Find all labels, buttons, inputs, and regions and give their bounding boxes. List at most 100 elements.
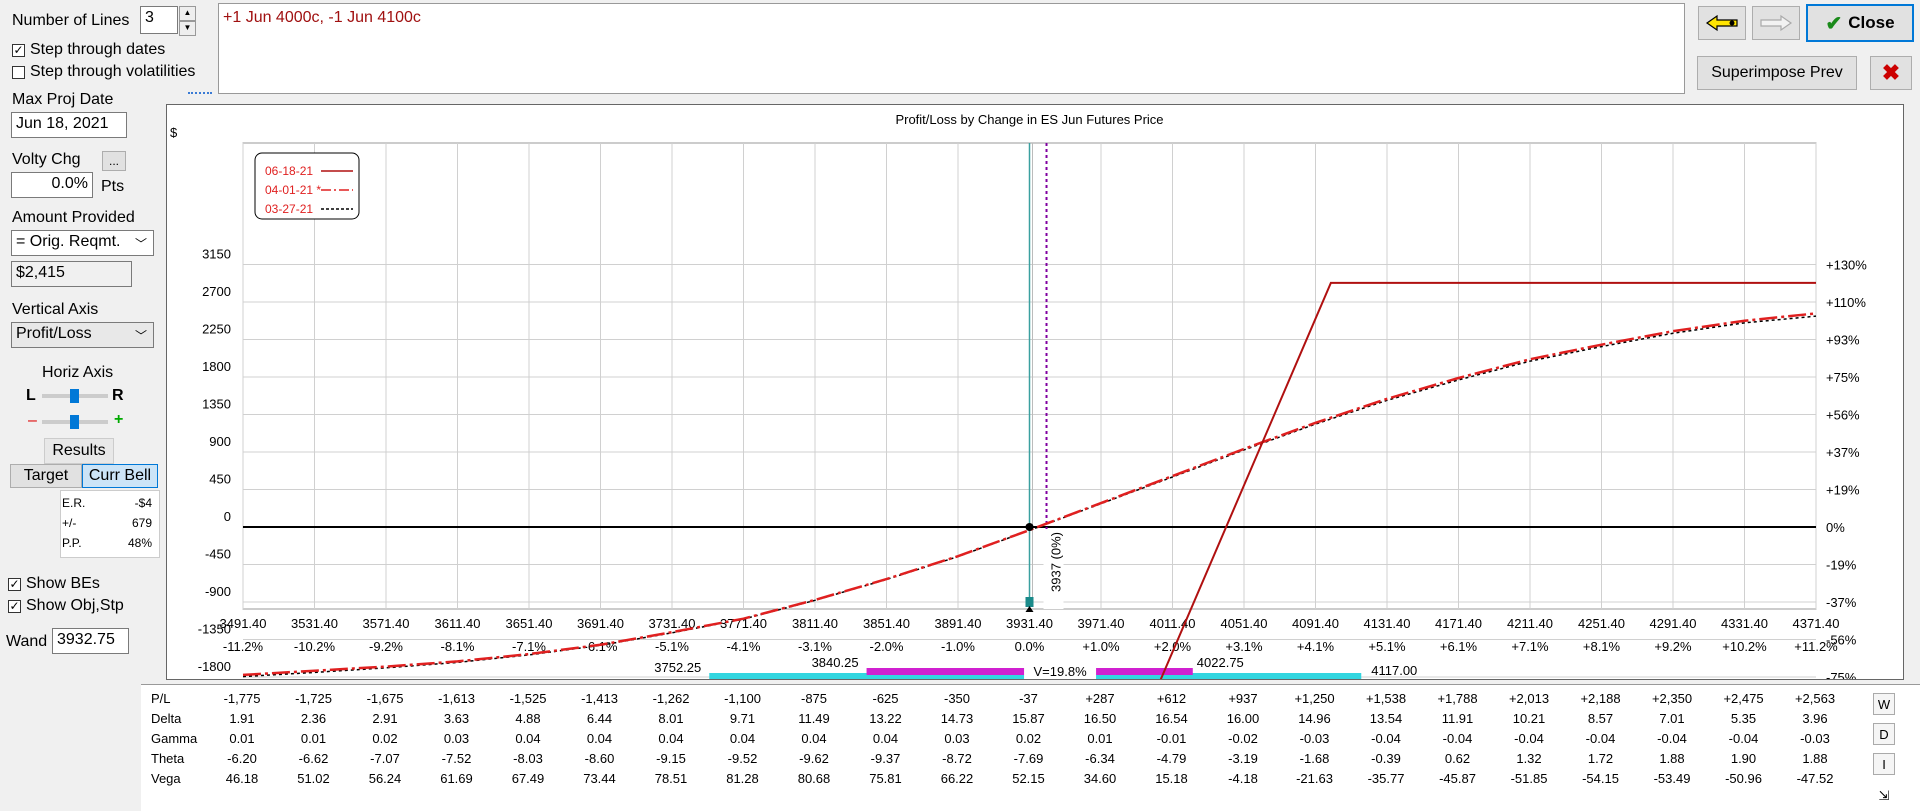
table-cell: 81.28 <box>726 771 759 786</box>
y-right-label: +130% <box>1826 258 1867 273</box>
y-right-label: +37% <box>1826 445 1860 460</box>
x-pct-label: -3.1% <box>798 639 832 654</box>
table-cell: 75.81 <box>869 771 902 786</box>
table-cell: +2,563 <box>1794 691 1836 706</box>
max-proj-label: Max Proj Date <box>12 91 114 108</box>
empty-checkbox-icon <box>12 65 25 79</box>
table-cell: -1,725 <box>295 691 332 706</box>
x-tick-label: 4131.40 <box>1364 616 1411 631</box>
table-cell: -0.04 <box>1728 731 1759 746</box>
wand-label: Wand <box>6 633 48 650</box>
table-side-button[interactable]: W <box>1873 693 1895 715</box>
chevron-down-icon: ﹀ <box>134 237 147 251</box>
max-proj-input[interactable]: Jun 18, 2021 <box>11 112 127 138</box>
volty-input[interactable]: 0.0% <box>11 172 93 198</box>
table-cell: 5.35 <box>1730 711 1757 726</box>
vaxis-select[interactable]: Profit/Loss ﹀ <box>11 322 154 348</box>
result-key: E.R. <box>62 496 86 510</box>
vaxis-select-value: Profit/Loss <box>16 325 92 342</box>
num-lines-spinner[interactable]: ▲ ▼ <box>179 6 196 36</box>
x-tick-label: 3691.40 <box>577 616 624 631</box>
x-pct-label: -6.1% <box>584 639 618 654</box>
x-tick-label: 3611.40 <box>434 616 480 631</box>
table-cell: 80.68 <box>797 771 831 786</box>
table-cell: 8.01 <box>658 711 684 726</box>
volty-more-button[interactable]: ... <box>102 151 126 171</box>
table-cell: -0.01 <box>1156 731 1187 746</box>
amount-label: Amount Provided <box>12 209 135 226</box>
zoom-slider[interactable] <box>42 415 108 429</box>
current-price-marker <box>1025 597 1034 607</box>
step-dates-checkbox[interactable]: ✓ Step through dates <box>12 41 165 59</box>
result-value: -$4 <box>134 496 152 510</box>
forward-button[interactable] <box>1752 6 1800 40</box>
step-vol-checkbox[interactable]: Step through volatilities <box>12 63 195 81</box>
show-bes-checkbox[interactable]: ✓ Show BEs <box>8 575 100 593</box>
haxis-label: Horiz Axis <box>42 364 114 381</box>
table-cell: 13.22 <box>869 711 902 726</box>
table-cell: 67.49 <box>511 771 545 786</box>
table-cell: -9.62 <box>799 751 829 766</box>
table-cell: -3.19 <box>1228 751 1258 766</box>
num-lines-input[interactable]: 3 <box>140 6 178 34</box>
y-tick-label: -1350 <box>198 622 231 637</box>
table-cell: 66.22 <box>940 771 974 786</box>
close-button-label: Close <box>1848 13 1895 32</box>
origin-dot <box>1025 523 1034 531</box>
table-cell: -7.52 <box>441 751 472 766</box>
table-side-button[interactable]: I <box>1873 753 1895 775</box>
x-tick-label: 3651.40 <box>506 616 553 631</box>
table-cell: +2,475 <box>1723 691 1764 706</box>
x-pct-label: +4.1% <box>1297 639 1335 654</box>
y-tick-label: -1800 <box>198 659 231 674</box>
x-tick-label: 4171.40 <box>1435 616 1482 631</box>
slider-thumb[interactable] <box>70 415 79 429</box>
table-cell: 2.36 <box>300 711 327 726</box>
x-tick-label: 4091.40 <box>1292 616 1339 631</box>
superimpose-button[interactable]: Superimpose Prev <box>1697 56 1857 90</box>
table-cell: 0.04 <box>729 731 756 746</box>
curr-bell-button[interactable]: Curr Bell <box>82 464 158 488</box>
x-tick-label: 3531.40 <box>291 616 338 631</box>
haxis-slider[interactable] <box>42 389 108 403</box>
table-cell: 0.62 <box>1444 751 1471 766</box>
x-tick-label: 4051.40 <box>1221 616 1268 631</box>
close-button[interactable]: ✔ Close <box>1806 4 1914 42</box>
table-cell: 13.54 <box>1369 711 1403 726</box>
slider-thumb[interactable] <box>70 389 79 403</box>
spin-down-icon[interactable]: ▼ <box>179 21 196 36</box>
table-cell: -0.04 <box>1657 731 1687 746</box>
checkmark-icon: ✓ <box>8 599 21 613</box>
table-cell: +2,013 <box>1508 691 1550 706</box>
table-side-button[interactable]: D <box>1873 723 1895 745</box>
target-button[interactable]: Target <box>10 464 82 488</box>
amount-select[interactable]: = Orig. Reqmt. ﹀ <box>11 230 154 256</box>
chart-title: Profit/Loss by Change in ES Jun Futures … <box>895 112 1163 127</box>
table-cell: -6.20 <box>227 751 257 766</box>
export-icon[interactable]: ⇲ <box>1873 785 1895 807</box>
show-obj-checkbox[interactable]: ✓ Show Obj,Stp <box>8 597 124 615</box>
haxis-r-label: R <box>112 387 124 404</box>
wand-input[interactable]: 3932.75 <box>52 628 129 654</box>
back-button[interactable] <box>1698 6 1746 40</box>
delete-icon[interactable]: ✖ <box>1870 56 1912 90</box>
table-cell: -0.03 <box>1800 731 1830 746</box>
table-row-label: Theta <box>151 751 185 766</box>
table-cell: +2,350 <box>1651 691 1693 706</box>
table-cell: -35.77 <box>1367 771 1405 786</box>
x-tick-label: 3571.40 <box>363 616 410 631</box>
table-cell: 46.18 <box>225 771 259 786</box>
pl-chart[interactable]: 3491.40 -11.2% 3531.40 -10.2% 3571.40 -9.2% 36… <box>166 104 1904 723</box>
arrow-right-icon <box>1760 14 1793 32</box>
volty-label: Volty Chg <box>12 151 81 168</box>
spin-up-icon[interactable]: ▲ <box>179 6 196 21</box>
x-pct-label: +6.1% <box>1440 639 1478 654</box>
greeks-table: P/L -1,775 -1,725 -1,675 -1,613 -1,525 -1,413 -… <box>141 684 1920 811</box>
table-cell: 0.01 <box>229 731 255 746</box>
wand-label: 3937 (0%) <box>1049 532 1064 592</box>
table-cell: -1,613 <box>438 691 475 706</box>
table-cell: 14.96 <box>1298 711 1331 726</box>
table-cell: 0.02 <box>1015 731 1042 746</box>
position-textarea[interactable]: +1 Jun 4000c, -1 Jun 4100c <box>218 3 1685 94</box>
vol-slider[interactable] <box>188 82 212 94</box>
